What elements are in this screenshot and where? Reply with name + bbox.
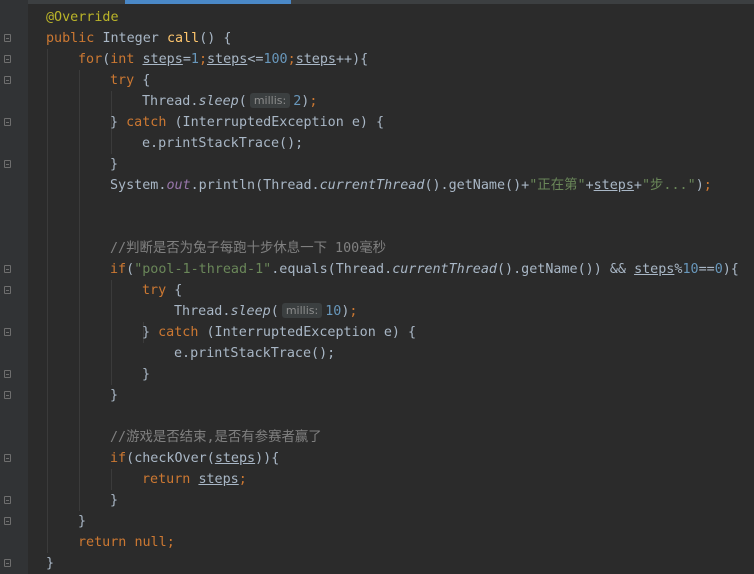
string-token: "正在第" [529, 178, 586, 193]
class-token: System. [110, 178, 167, 193]
code-line[interactable]: e.printStackTrace(); [0, 133, 754, 154]
keyword-token: try [110, 73, 135, 88]
code-line[interactable]: public Integer call() { [0, 28, 754, 49]
code-line[interactable]: } catch (InterruptedException e) { [0, 322, 754, 343]
keyword-token: catch [126, 115, 167, 130]
exception-token: (InterruptedException e) { [206, 325, 417, 340]
parameter-hint: millis: [281, 303, 323, 318]
method-token: currentThread [392, 262, 497, 277]
keyword-token: null [134, 535, 167, 550]
code-area[interactable]: @Override public Integer call() { for(in… [0, 7, 754, 574]
code-line[interactable]: } [0, 385, 754, 406]
variable-token: steps [593, 178, 634, 193]
code-editor[interactable]: @Override public Integer call() { for(in… [0, 0, 754, 574]
fold-toggle-icon[interactable] [4, 160, 11, 168]
fold-toggle-icon[interactable] [4, 517, 11, 525]
keyword-token: if [110, 262, 127, 277]
fold-toggle-icon[interactable] [4, 454, 11, 462]
fold-toggle-icon[interactable] [4, 286, 11, 294]
method-token: sleep [230, 304, 271, 319]
fold-toggle-icon[interactable] [4, 559, 11, 567]
variable-token: steps [634, 262, 675, 277]
code-line[interactable]: Thread.sleep(millis: 2); [0, 91, 754, 112]
number-token: 0 [714, 262, 723, 277]
fold-toggle-icon[interactable] [4, 265, 11, 273]
keyword-token: return [78, 535, 127, 550]
fold-toggle-icon[interactable] [4, 496, 11, 504]
keyword-token: catch [158, 325, 199, 340]
annotation-token: @Override [46, 10, 119, 25]
fold-toggle-icon[interactable] [4, 391, 11, 399]
code-line[interactable]: try { [0, 280, 754, 301]
number-token: 2 [293, 94, 302, 109]
method-token: checkOver [134, 451, 207, 466]
statement-token: e.printStackTrace(); [174, 346, 336, 361]
number-token: 100 [263, 52, 288, 67]
keyword-token: public [46, 31, 95, 46]
method-token: ().getName()) && [497, 262, 635, 277]
method-token: .equals(Thread. [271, 262, 393, 277]
variable-token: steps [214, 451, 256, 466]
keyword-token: if [110, 451, 127, 466]
variable-token: steps [295, 52, 336, 67]
keyword-token: try [142, 283, 167, 298]
exception-token: (InterruptedException e) { [174, 115, 385, 130]
variable-token: steps [142, 52, 183, 67]
fold-toggle-icon[interactable] [4, 118, 11, 126]
method-token: ().getName()+ [424, 178, 530, 193]
code-line[interactable]: } [0, 154, 754, 175]
class-token: Thread. [174, 304, 231, 319]
field-token: out [166, 178, 191, 193]
keyword-token: return [142, 472, 191, 487]
variable-token: steps [207, 52, 248, 67]
comment-token: //判断是否为兔子每跑十步休息一下 100毫秒 [110, 241, 387, 256]
fold-toggle-icon[interactable] [4, 370, 11, 378]
number-token: 1 [190, 52, 199, 67]
code-line[interactable]: } [0, 553, 754, 574]
code-line[interactable]: } catch (InterruptedException e) { [0, 112, 754, 133]
method-token: sleep [198, 94, 239, 109]
code-line[interactable]: } [0, 511, 754, 532]
active-tab-indicator [125, 0, 291, 4]
string-token: "步..." [641, 178, 696, 193]
code-line[interactable]: System.out.println(Thread.currentThread(… [0, 175, 754, 196]
comment-token: //游戏是否结束,是否有参赛者赢了 [110, 430, 322, 445]
code-line[interactable]: return null; [0, 532, 754, 553]
number-token: 10 [325, 304, 342, 319]
code-line[interactable] [0, 217, 754, 238]
method-token: .println(Thread. [190, 178, 320, 193]
parameter-hint: millis: [249, 93, 291, 108]
editor-tab-strip [0, 0, 754, 4]
variable-token: steps [198, 472, 239, 487]
keyword-token: for [78, 52, 103, 67]
code-line[interactable]: e.printStackTrace(); [0, 343, 754, 364]
code-line[interactable]: return steps; [0, 469, 754, 490]
fold-toggle-icon[interactable] [4, 76, 11, 84]
code-line[interactable] [0, 196, 754, 217]
method-token: currentThread [319, 178, 425, 193]
string-token: "pool-1-thread-1" [134, 262, 272, 277]
class-token: Thread. [142, 94, 199, 109]
code-line[interactable]: } [0, 490, 754, 511]
code-line[interactable]: @Override [0, 7, 754, 28]
fold-toggle-icon[interactable] [4, 55, 11, 63]
code-line[interactable]: //游戏是否结束,是否有参赛者赢了 [0, 427, 754, 448]
code-line[interactable]: } [0, 364, 754, 385]
code-line[interactable]: if("pool-1-thread-1".equals(Thread.curre… [0, 259, 754, 280]
code-line[interactable]: if(checkOver(steps)){ [0, 448, 754, 469]
method-name-token: call [166, 31, 200, 46]
code-line[interactable]: for(int steps=1;steps<=100;steps++){ [0, 49, 754, 70]
keyword-token: int [110, 52, 135, 67]
number-token: 10 [682, 262, 699, 277]
fold-toggle-icon[interactable] [4, 34, 11, 42]
type-token: Integer [102, 31, 159, 46]
statement-token: e.printStackTrace(); [142, 136, 304, 151]
fold-toggle-icon[interactable] [4, 328, 11, 336]
code-line[interactable]: Thread.sleep(millis: 10); [0, 301, 754, 322]
code-line[interactable]: try { [0, 70, 754, 91]
code-line[interactable] [0, 406, 754, 427]
code-line[interactable]: //判断是否为兔子每跑十步休息一下 100毫秒 [0, 238, 754, 259]
